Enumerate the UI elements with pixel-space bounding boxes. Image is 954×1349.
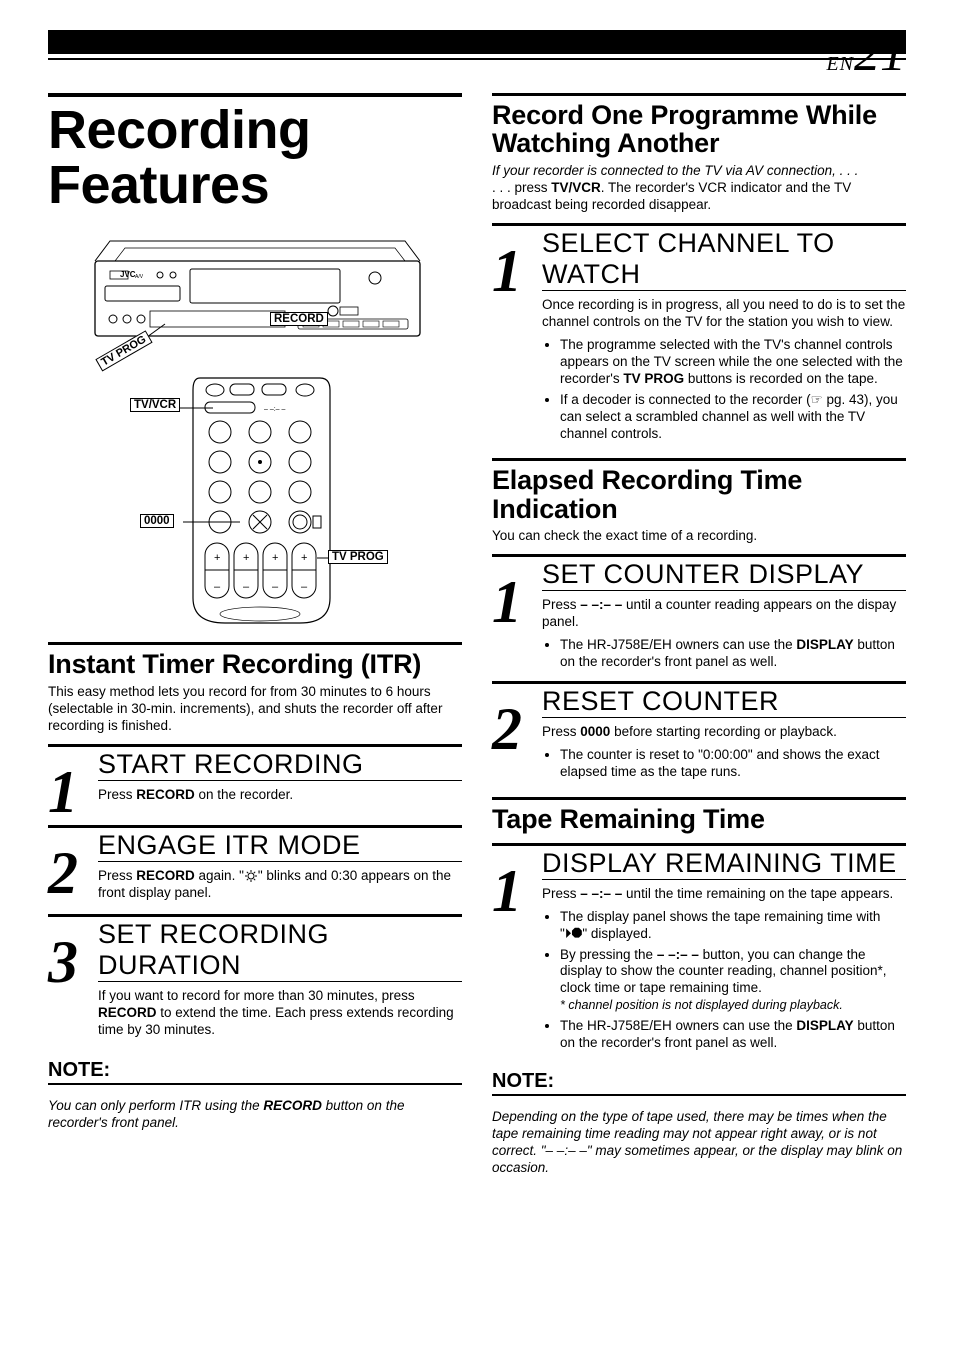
- recwatch-bullet-1: The programme selected with the TV's cha…: [560, 337, 906, 388]
- svg-text:–: –: [243, 581, 250, 593]
- page-en-label: EN: [826, 53, 854, 75]
- page-number: EN21: [48, 24, 906, 83]
- tvprog-callout: TV PROG: [328, 550, 388, 564]
- itr-step3-desc: If you want to record for more than 30 m…: [98, 988, 462, 1039]
- recwatch-step-1: 1 SELECT CHANNEL TO WATCH Once recording…: [492, 223, 906, 446]
- elapsed-heading: Elapsed Recording Time Indication: [492, 458, 906, 523]
- remaining-note-head: NOTE:: [492, 1070, 906, 1096]
- remaining-bullets: The display panel shows the tape remaini…: [542, 909, 906, 1052]
- svg-text:A/V: A/V: [135, 274, 144, 280]
- itr-note-body: You can only perform ITR using the RECOR…: [48, 1098, 462, 1132]
- elapsed-step2-desc: Press 0000 before starting recording or …: [542, 724, 906, 741]
- vcr-diagram: JVC A/V: [75, 231, 435, 356]
- itr-step-3: 3 SET RECORDING DURATION If you want to …: [48, 914, 462, 1045]
- elapsed-step-1: 1 SET COUNTER DISPLAY Press – –:– – unti…: [492, 554, 906, 675]
- itr-intro: This easy method lets you record for fro…: [48, 683, 462, 735]
- columns: Recording Features JVC A: [48, 93, 906, 1190]
- elapsed-step1-bullet: The HR-J758E/EH owners can use the DISPL…: [560, 637, 906, 671]
- record-callout: RECORD: [270, 312, 328, 326]
- page: EN21 Recording Features: [0, 0, 954, 1230]
- remaining-step-1: 1 DISPLAY REMAINING TIME Press – –:– – u…: [492, 843, 906, 1056]
- itr-step-2: 2 ENGAGE ITR MODE Press RECORD again. ""…: [48, 825, 462, 908]
- remote-diagram: – –:– –: [130, 368, 380, 628]
- svg-text:–: –: [214, 581, 221, 593]
- step-number-1-icon: 1: [492, 244, 542, 298]
- elapsed-intro: You can check the exact time of a record…: [492, 527, 906, 544]
- tvvcr-callout: TV/VCR: [130, 398, 180, 412]
- elapsed-step2-bullets: The counter is reset to "0:00:00" and sh…: [542, 747, 906, 781]
- recwatch-step1-title: SELECT CHANNEL TO WATCH: [542, 228, 906, 291]
- remaining-bullet-2: By pressing the – –:– – button, you can …: [560, 947, 906, 1015]
- remaining-bullet-3: The HR-J758E/EH owners can use the DISPL…: [560, 1018, 906, 1052]
- itr-step2-desc: Press RECORD again. "" blinks and 0:30 a…: [98, 868, 462, 902]
- svg-text:– –:– –: – –:– –: [264, 406, 286, 413]
- itr-heading: Instant Timer Recording (ITR): [48, 642, 462, 678]
- remaining-bullet-1: The display panel shows the tape remaini…: [560, 909, 906, 943]
- elapsed-step1-bullets: The HR-J758E/EH owners can use the DISPL…: [542, 637, 906, 671]
- svg-text:+: +: [272, 552, 278, 564]
- elapsed-step1-desc: Press – –:– – until a counter reading ap…: [542, 597, 906, 631]
- step-number-1-icon: 1: [48, 765, 98, 819]
- elapsed-step1-title: SET COUNTER DISPLAY: [542, 559, 906, 591]
- remaining-heading: Tape Remaining Time: [492, 797, 906, 833]
- svg-text:–: –: [272, 581, 279, 593]
- step-number-2-icon: 2: [48, 846, 98, 900]
- recwatch-heading: Record One Programme While Watching Anot…: [492, 93, 906, 158]
- remaining-step1-title: DISPLAY REMAINING TIME: [542, 848, 906, 880]
- remaining-step1-desc: Press – –:– – until the time remaining o…: [542, 886, 906, 903]
- svg-text:–: –: [301, 581, 308, 593]
- step-number-1-icon: 1: [492, 864, 542, 918]
- recwatch-step1-desc: Once recording is in progress, all you n…: [542, 297, 906, 331]
- svg-text:+: +: [243, 552, 249, 564]
- elapsed-step2-bullet: The counter is reset to "0:00:00" and sh…: [560, 747, 906, 781]
- step-number-3-icon: 3: [48, 935, 98, 989]
- remaining-note-body: Depending on the type of tape used, ther…: [492, 1109, 906, 1177]
- right-column: Record One Programme While Watching Anot…: [492, 93, 906, 1190]
- itr-step1-title: START RECORDING: [98, 749, 462, 781]
- itr-step3-title: SET RECORDING DURATION: [98, 919, 462, 982]
- elapsed-step2-title: RESET COUNTER: [542, 686, 906, 718]
- svg-text:+: +: [214, 552, 220, 564]
- itr-step2-title: ENGAGE ITR MODE: [98, 830, 462, 862]
- itr-note-head: NOTE:: [48, 1059, 462, 1085]
- rec-blink-icon: [244, 870, 258, 882]
- step-number-1-icon: 1: [492, 575, 542, 629]
- recwatch-intro: If your recorder is connected to the TV …: [492, 162, 906, 214]
- recwatch-bullet-2: If a decoder is connected to the recorde…: [560, 392, 906, 443]
- recwatch-bullets: The programme selected with the TV's cha…: [542, 337, 906, 442]
- vcr-illustration: JVC A/V: [48, 231, 462, 628]
- main-title: Recording Features: [48, 93, 462, 213]
- zero-callout: 0000: [140, 514, 174, 528]
- page-num-value: 21: [854, 25, 906, 82]
- itr-step1-desc: Press RECORD on the recorder.: [98, 787, 462, 804]
- elapsed-step-2: 2 RESET COUNTER Press 0000 before starti…: [492, 681, 906, 785]
- left-column: Recording Features JVC A: [48, 93, 462, 1190]
- step-number-2-icon: 2: [492, 702, 542, 756]
- svg-text:+: +: [301, 552, 307, 564]
- itr-step-1: 1 START RECORDING Press RECORD on the re…: [48, 744, 462, 819]
